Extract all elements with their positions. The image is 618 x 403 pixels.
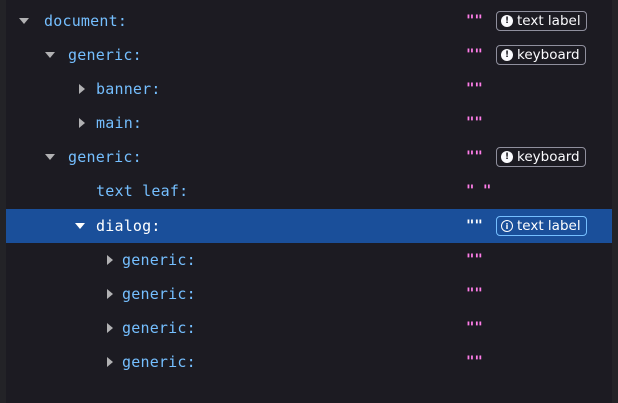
tree-row-generic[interactable]: generic: "" [6, 243, 612, 277]
badge-label: text label [517, 13, 581, 29]
tree-row-generic[interactable]: generic: "" [6, 345, 612, 379]
badge-label: keyboard [517, 47, 580, 63]
badge-label: keyboard [517, 149, 580, 165]
exclamation-circle-icon: ! [501, 15, 513, 27]
collapsed-triangle-icon[interactable] [104, 356, 116, 368]
audit-badge-keyboard[interactable]: ! keyboard [496, 147, 586, 167]
tree-row-name: "" [466, 13, 483, 29]
collapsed-triangle-icon[interactable] [76, 117, 88, 129]
tree-row-name: "" [466, 252, 483, 268]
expanded-triangle-icon[interactable] [18, 15, 30, 27]
info-circle-icon: i [501, 220, 513, 232]
tree-row-role: dialog: [96, 217, 161, 235]
expanded-triangle-icon[interactable] [44, 49, 56, 61]
tree-row-name: "" [466, 115, 483, 131]
tree-row-name: "" [466, 286, 483, 302]
tree-row-role: document: [44, 12, 128, 30]
collapsed-triangle-icon[interactable] [104, 288, 116, 300]
tree-row-dialog[interactable]: dialog: "" i text label [6, 209, 612, 243]
tree-row-role: generic: [68, 46, 142, 64]
tree-row-role: main: [96, 114, 143, 132]
expanded-triangle-icon[interactable] [74, 220, 86, 232]
collapsed-triangle-icon[interactable] [104, 254, 116, 266]
tree-row-name: "" [466, 354, 483, 370]
tree-row-role: generic: [68, 148, 142, 166]
tree-row-generic[interactable]: generic: "" ! keyboard [6, 38, 612, 72]
badge-label: text label [517, 218, 581, 234]
tree-row-role: text leaf: [96, 182, 189, 200]
tree-row-text-leaf[interactable]: text leaf: " " [6, 174, 612, 208]
tree-row-role: generic: [122, 319, 196, 337]
exclamation-circle-icon: ! [501, 151, 513, 163]
audit-badge-text-label[interactable]: i text label [496, 216, 587, 236]
tree-row-generic[interactable]: generic: "" [6, 311, 612, 345]
tree-row-name: "" [466, 320, 483, 336]
exclamation-circle-icon: ! [501, 49, 513, 61]
audit-badge-keyboard[interactable]: ! keyboard [496, 45, 586, 65]
tree-row-document[interactable]: document: "" ! text label [6, 4, 612, 38]
tree-row-name: "" [466, 81, 483, 97]
expanded-triangle-icon[interactable] [44, 151, 56, 163]
collapsed-triangle-icon[interactable] [76, 83, 88, 95]
audit-badge-text-label[interactable]: ! text label [496, 11, 587, 31]
tree-row-role: generic: [122, 353, 196, 371]
tree-row-name: "" [466, 47, 483, 63]
tree-row-name: " " [466, 183, 492, 199]
tree-row-role: banner: [96, 80, 161, 98]
tree-row-role: generic: [122, 285, 196, 303]
tree-row-name: "" [466, 218, 483, 234]
collapsed-triangle-icon[interactable] [104, 322, 116, 334]
tree-row-name: "" [466, 149, 483, 165]
tree-row-generic[interactable]: generic: "" ! keyboard [6, 140, 612, 174]
tree-row-main[interactable]: main: "" [6, 106, 612, 140]
tree-row-banner[interactable]: banner: "" [6, 72, 612, 106]
tree-row-generic[interactable]: generic: "" [6, 277, 612, 311]
accessibility-tree: document: "" ! text label generic: "" ! … [6, 0, 612, 403]
tree-row-role: generic: [122, 251, 196, 269]
